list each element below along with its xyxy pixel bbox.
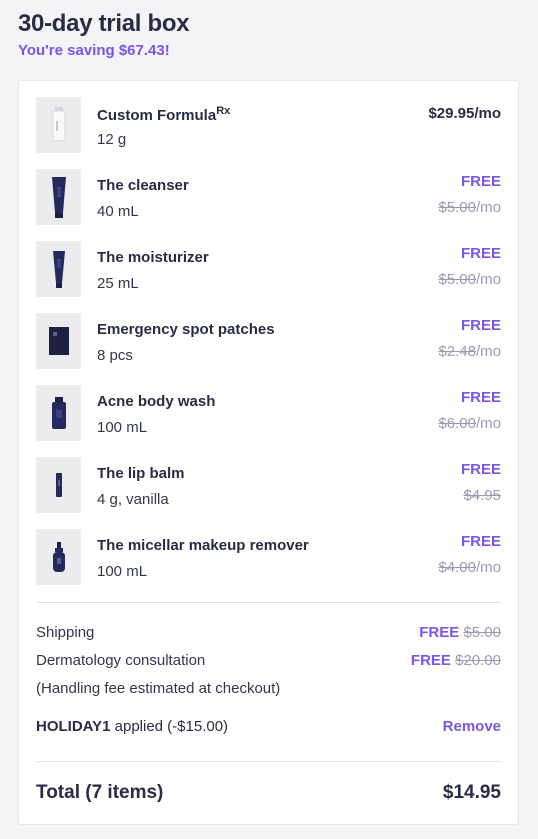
- page-title: 30-day trial box: [18, 10, 190, 37]
- bottle-icon: [51, 397, 66, 429]
- consultation-price: FREE $20.00: [410, 652, 501, 669]
- patch-pack-icon: [48, 327, 69, 355]
- product-thumbnail: [36, 169, 81, 225]
- total-row: Total (7 items) $14.95: [36, 762, 501, 822]
- item-size: 8 pcs: [97, 347, 133, 364]
- header: 30-day trial box You're saving $67.43!: [0, 0, 538, 59]
- item-size: 12 g: [97, 131, 127, 148]
- product-thumbnail: [36, 241, 81, 297]
- item-name: Custom FormulaRx: [97, 105, 231, 124]
- item-size: 4 g, vanilla: [97, 491, 169, 508]
- product-thumbnail: [36, 313, 81, 369]
- original-price: $4.00/mo: [438, 559, 501, 576]
- item-name: The micellar makeup remover: [97, 537, 309, 554]
- product-thumbnail: [36, 385, 81, 441]
- shipping-row: Shipping FREE $5.00: [36, 619, 501, 647]
- product-thumbnail: [36, 97, 81, 153]
- tube-icon: [52, 251, 65, 288]
- promo-applied: HOLIDAY1 applied (-$15.00): [36, 718, 229, 735]
- list-item: The moisturizer 25 mL FREE $5.00/mo: [36, 241, 501, 313]
- list-item: Custom FormulaRx 12 g $29.95/mo: [36, 97, 501, 169]
- total-label: Total (7 items): [36, 782, 164, 803]
- item-name: The moisturizer: [97, 249, 209, 266]
- lip-balm-icon: [55, 473, 62, 497]
- tube-icon: [51, 177, 66, 218]
- pump-bottle-icon: [52, 107, 65, 142]
- free-badge: FREE: [460, 173, 501, 190]
- original-price: $4.95: [463, 487, 501, 504]
- free-badge: FREE: [460, 533, 501, 550]
- free-badge: FREE: [460, 317, 501, 334]
- item-name: The lip balm: [97, 465, 185, 482]
- item-size: 40 mL: [97, 203, 139, 220]
- shipping-label: Shipping: [36, 624, 95, 641]
- free-badge: FREE: [460, 389, 501, 406]
- item-name: Acne body wash: [97, 393, 216, 410]
- shipping-price: FREE $5.00: [419, 624, 501, 641]
- promo-row: HOLIDAY1 applied (-$15.00) Remove: [36, 703, 501, 747]
- handling-note: (Handling fee estimated at checkout): [36, 680, 281, 697]
- product-thumbnail: [36, 457, 81, 513]
- total-value: $14.95: [442, 782, 501, 803]
- product-thumbnail: [36, 529, 81, 585]
- item-size: 100 mL: [97, 563, 148, 580]
- promo-code: HOLIDAY1: [36, 718, 111, 735]
- item-name: The cleanser: [97, 177, 189, 194]
- item-name: Emergency spot patches: [97, 321, 275, 338]
- list-item: Emergency spot patches 8 pcs FREE $2.48/…: [36, 313, 501, 385]
- list-item: Acne body wash 100 mL FREE $6.00/mo: [36, 385, 501, 457]
- free-badge: FREE: [460, 461, 501, 478]
- consultation-row: Dermatology consultation FREE $20.00: [36, 647, 501, 675]
- handling-row: (Handling fee estimated at checkout): [36, 675, 501, 703]
- original-price: $2.48/mo: [438, 343, 501, 360]
- remove-promo-button[interactable]: Remove: [443, 718, 501, 735]
- dropper-bottle-icon: [52, 542, 65, 572]
- item-size: 25 mL: [97, 275, 139, 292]
- list-item: The cleanser 40 mL FREE $5.00/mo: [36, 169, 501, 241]
- list-item: The lip balm 4 g, vanilla FREE $4.95: [36, 457, 501, 529]
- original-price: $5.00/mo: [438, 199, 501, 216]
- original-price: $5.00/mo: [438, 271, 501, 288]
- original-price: $6.00/mo: [438, 415, 501, 432]
- item-size: 100 mL: [97, 419, 148, 436]
- consultation-label: Dermatology consultation: [36, 652, 206, 669]
- list-item: The micellar makeup remover 100 mL FREE …: [36, 529, 501, 601]
- order-summary-card: Custom FormulaRx 12 g $29.95/mo The clea…: [18, 80, 519, 825]
- free-badge: FREE: [460, 245, 501, 262]
- item-price: $29.95/mo: [428, 105, 501, 122]
- savings-text: You're saving $67.43!: [18, 42, 170, 59]
